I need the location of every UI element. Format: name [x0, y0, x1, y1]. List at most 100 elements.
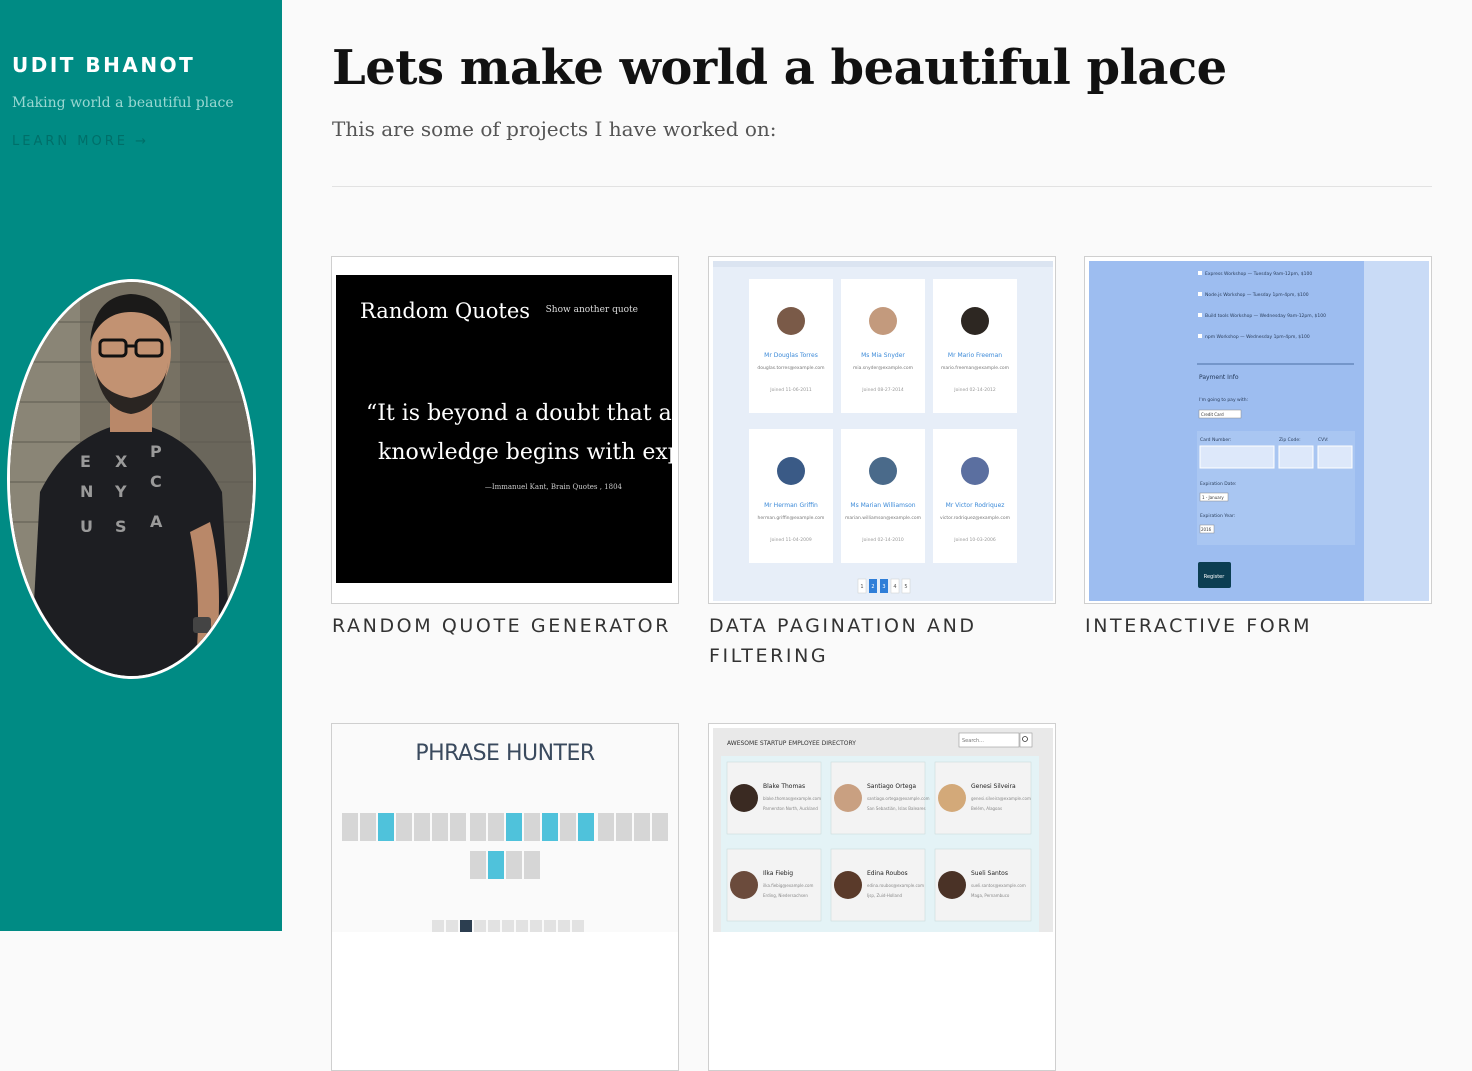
svg-text:Expiration Date:: Expiration Date: — [1200, 481, 1237, 487]
svg-text:Zip Code:: Zip Code: — [1279, 437, 1301, 443]
svg-text:herman.griffin@example.com: herman.griffin@example.com — [758, 515, 825, 521]
sidebar: UDIT BHANOT Making world a beautiful pla… — [0, 0, 282, 931]
svg-text:Ilka Fiebig: Ilka Fiebig — [763, 870, 793, 877]
svg-text:2016: 2016 — [1201, 527, 1212, 532]
svg-text:Mr Mario Freeman: Mr Mario Freeman — [948, 352, 1002, 359]
phrase-hunter-heading: PHRASE HUNTER — [415, 741, 595, 766]
svg-text:1: 1 — [860, 584, 863, 590]
site-tagline: Making world a beautiful place — [12, 95, 234, 111]
project-card-interactive-form[interactable]: Express Workshop — Tuesday 9am-12pm, $10… — [1084, 256, 1432, 604]
project-card-phrase-hunter[interactable]: PHRASE HUNTER — [331, 723, 679, 1071]
pagination: 1 2 3 4 5 — [857, 578, 911, 594]
svg-text:Joined 11-04-2009: Joined 11-04-2009 — [769, 537, 812, 543]
person-card: Ms Marian Williamson marian.williamson@e… — [841, 429, 925, 563]
svg-text:Santiago Ortega: Santiago Ortega — [867, 783, 916, 790]
project-thumbnail: PHRASE HUNTER — [332, 724, 678, 932]
payment-heading: Payment Info — [1199, 374, 1239, 381]
svg-text:Blake Thomas: Blake Thomas — [763, 783, 805, 790]
employee-card: Santiago Ortega santiago.ortega@example.… — [830, 761, 930, 835]
svg-text:Sueli Santos: Sueli Santos — [971, 870, 1008, 877]
page-subtitle: This are some of projects I have worked … — [332, 117, 777, 141]
person-card: Mr Herman Griffin herman.griffin@example… — [749, 429, 833, 563]
project-card-random-quote[interactable]: Random Quotes Show another quote “It is … — [331, 256, 679, 604]
svg-text:N: N — [80, 482, 93, 501]
svg-text:genesi.silveira@example.com: genesi.silveira@example.com — [971, 796, 1031, 801]
svg-text:Joined 10-03-2006: Joined 10-03-2006 — [953, 537, 996, 543]
svg-text:npm Workshop — Wednesday 1pm-4: npm Workshop — Wednesday 1pm-4pm, $100 — [1205, 334, 1310, 340]
svg-text:C: C — [150, 472, 162, 491]
svg-text:Card Number:: Card Number: — [1200, 437, 1231, 443]
svg-text:douglas.torres@example.com: douglas.torres@example.com — [757, 365, 824, 371]
employee-card: Blake Thomas blake.thomas@example.com Pa… — [726, 761, 822, 835]
quote-app-heading: Random Quotes — [360, 299, 530, 323]
divider — [332, 186, 1432, 187]
quote-line-1: “It is beyond a doubt that all our — [366, 401, 672, 426]
person-card: Mr Mario Freeman mario.freeman@example.c… — [933, 279, 1017, 413]
svg-text:P: P — [150, 442, 162, 461]
svg-text:Belém, Alagoas: Belém, Alagoas — [971, 806, 1002, 811]
project-title[interactable]: INTERACTIVE FORM — [1085, 611, 1435, 641]
svg-text:Y: Y — [114, 482, 127, 501]
directory-heading: AWESOME STARTUP EMPLOYEE DIRECTORY — [727, 740, 856, 747]
svg-text:A: A — [150, 512, 163, 531]
svg-text:Credit Card: Credit Card — [1201, 412, 1224, 417]
svg-text:I'm going to pay with:: I'm going to pay with: — [1199, 397, 1248, 403]
register-button: Register — [1204, 574, 1226, 580]
page-title: Lets make world a beautiful place — [332, 40, 1227, 96]
svg-text:Joined 02-14-2012: Joined 02-14-2012 — [953, 387, 996, 393]
svg-text:Node.js Workshop — Tuesday 1pm: Node.js Workshop — Tuesday 1pm-4pm, $100 — [1205, 292, 1309, 298]
svg-text:Erding, Niedersachsen: Erding, Niedersachsen — [763, 893, 808, 898]
svg-text:Expiration Year:: Expiration Year: — [1200, 513, 1235, 519]
svg-text:5: 5 — [904, 584, 907, 590]
avatar: E X P N Y C U S A — [7, 279, 256, 679]
directory-search-input: Search... — [962, 738, 984, 744]
svg-text:3: 3 — [882, 584, 885, 590]
svg-text:Mr Douglas Torres: Mr Douglas Torres — [764, 352, 818, 359]
svg-text:Ijsp, Zuid-Holland: Ijsp, Zuid-Holland — [867, 893, 902, 898]
svg-text:Joined 02-14-2010: Joined 02-14-2010 — [861, 537, 904, 543]
svg-text:marian.williamson@example.com: marian.williamson@example.com — [845, 515, 921, 521]
svg-text:mario.freeman@example.com: mario.freeman@example.com — [941, 365, 1009, 371]
svg-text:Express Workshop — Tuesday 9am: Express Workshop — Tuesday 9am-12pm, $10… — [1205, 271, 1312, 277]
svg-text:Build tools Workshop — Wednesd: Build tools Workshop — Wednesday 9am-12p… — [1205, 313, 1326, 319]
employee-card: Genesi Silveira genesi.silveira@example.… — [934, 761, 1032, 835]
svg-text:CVV:: CVV: — [1318, 437, 1328, 443]
employee-card: Sueli Santos sueli.santos@example.com Ma… — [934, 848, 1032, 922]
svg-text:Edina Roubos: Edina Roubos — [867, 870, 908, 877]
svg-text:S: S — [115, 517, 127, 536]
svg-text:victor.rodriquez@example.com: victor.rodriquez@example.com — [940, 515, 1010, 521]
svg-text:U: U — [80, 517, 93, 536]
person-card: Ms Mia Snyder mia.snyder@example.com Joi… — [841, 279, 925, 413]
svg-text:San Sebastián, Islas Baleares: San Sebastián, Islas Baleares — [867, 806, 926, 811]
employee-card: Edina Roubos edina.roubos@example.com Ij… — [830, 848, 926, 922]
project-title[interactable]: DATA PAGINATION AND FILTERING — [709, 611, 1029, 671]
learn-more-link[interactable]: LEARN MORE → — [12, 134, 149, 149]
project-thumbnail: AWESOME STARTUP EMPLOYEE DIRECTORY Searc… — [713, 728, 1053, 932]
svg-text:E: E — [80, 452, 91, 471]
svg-text:blake.thomas@example.com: blake.thomas@example.com — [763, 796, 821, 801]
svg-text:2: 2 — [871, 584, 874, 590]
svg-text:Mr Victor Rodriquez: Mr Victor Rodriquez — [946, 502, 1005, 509]
svg-text:1 - January: 1 - January — [1202, 495, 1224, 500]
project-title[interactable]: RANDOM QUOTE GENERATOR — [332, 611, 682, 641]
quote-source: —Immanuel Kant, Brain Quotes , 1804 — [485, 483, 623, 491]
person-card: Mr Victor Rodriquez victor.rodriquez@exa… — [933, 429, 1017, 563]
svg-text:sueli.santos@example.com: sueli.santos@example.com — [971, 883, 1026, 888]
project-card-employee-directory[interactable]: AWESOME STARTUP EMPLOYEE DIRECTORY Searc… — [708, 723, 1056, 1071]
svg-text:Joined 08-27-2014: Joined 08-27-2014 — [861, 387, 904, 393]
project-thumbnail: Express Workshop — Tuesday 9am-12pm, $10… — [1089, 261, 1429, 601]
project-thumbnail: Random Quotes Show another quote “It is … — [336, 275, 672, 583]
svg-text:4: 4 — [893, 584, 896, 590]
project-thumbnail: Mr Douglas Torres douglas.torres@example… — [713, 261, 1053, 601]
svg-text:Maga, Pernambuco: Maga, Pernambuco — [971, 893, 1010, 898]
person-card: Mr Douglas Torres douglas.torres@example… — [749, 279, 833, 413]
svg-text:Parnerston North, Auckland: Parnerston North, Auckland — [763, 806, 818, 811]
show-quote-button: Show another quote — [546, 305, 638, 315]
svg-text:santiago.ortega@example.com: santiago.ortega@example.com — [867, 796, 930, 801]
project-card-data-pagination[interactable]: Mr Douglas Torres douglas.torres@example… — [708, 256, 1056, 604]
svg-text:ilka.fiebig@example.com: ilka.fiebig@example.com — [763, 883, 813, 888]
svg-text:Ms Mia Snyder: Ms Mia Snyder — [861, 352, 905, 359]
svg-text:edina.roubos@example.com: edina.roubos@example.com — [867, 883, 924, 888]
site-brand[interactable]: UDIT BHANOT — [12, 53, 195, 77]
svg-text:X: X — [115, 452, 128, 471]
